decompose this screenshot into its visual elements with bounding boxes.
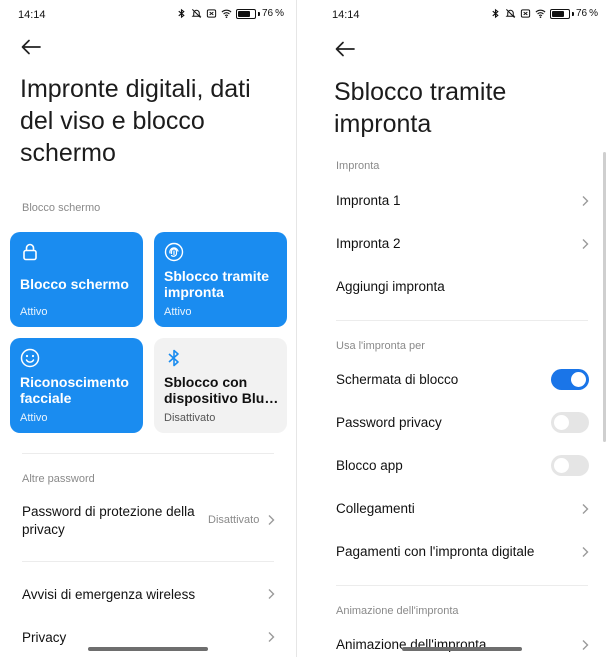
section-label-animation: Animazione dell'impronta	[336, 605, 459, 617]
face-icon	[20, 348, 40, 368]
status-time: 14:14	[18, 9, 46, 21]
tile-status: Attivo	[20, 412, 48, 424]
row-fingerprint-1[interactable]: Impronta 1	[314, 190, 610, 214]
chevron-right-icon	[582, 547, 589, 557]
row-fingerprint-payments[interactable]: Pagamenti con l'impronta digitale	[314, 541, 610, 565]
page-title: Impronte digitali, dati del viso e blocc…	[20, 75, 251, 167]
toggle-knob	[554, 415, 569, 430]
tile-bluetooth-unlock[interactable]: Sblocco con dispositivo Blu… Disattivato	[154, 338, 287, 433]
status-time: 14:14	[332, 9, 360, 21]
chevron-right-icon	[268, 515, 275, 525]
lock-screen-toggle[interactable]	[551, 369, 589, 390]
chevron-right-icon	[582, 239, 589, 249]
row-label: Privacy	[22, 630, 67, 645]
row-label: Password di protezione della privacy	[22, 504, 195, 537]
row-label: Aggiungi impronta	[336, 279, 445, 294]
screen-fingerprint-settings: 14:14 76% Sblocco tramite impronta Impro…	[314, 0, 610, 657]
chevron-right-icon	[268, 632, 275, 642]
section-label-lock: Blocco schermo	[22, 202, 101, 214]
status-bar: 14:14 76%	[314, 8, 610, 24]
bluetooth-icon	[492, 8, 499, 19]
mute-icon	[191, 9, 202, 18]
divider	[22, 561, 274, 562]
divider	[22, 453, 274, 454]
battery-percent: 76	[261, 8, 274, 19]
row-shortcuts[interactable]: Collegamenti	[314, 498, 610, 522]
row-label: Schermata di blocco	[336, 372, 459, 387]
row-wireless-emergency-alerts[interactable]: Avvisi di emergenza wireless	[0, 584, 296, 608]
row-label: Collegamenti	[336, 501, 415, 516]
row-fingerprint-animation[interactable]: Animazione dell'impronta	[314, 634, 610, 657]
bluetooth-icon	[178, 8, 185, 19]
screen-lock-settings: 14:14 76% Impronte digitali, dati del vi…	[0, 0, 296, 657]
tile-title: Blocco schermo	[20, 276, 129, 292]
privacy-password-toggle[interactable]	[551, 412, 589, 433]
tile-status: Attivo	[20, 306, 48, 318]
wifi-icon	[535, 9, 546, 18]
divider	[336, 585, 588, 586]
mute-icon	[505, 9, 516, 18]
section-label-use-fingerprint: Usa l'impronta per	[336, 340, 425, 352]
row-privacy-password[interactable]: Password di protezione della privacy Dis…	[0, 500, 296, 544]
row-app-lock[interactable]: Blocco app	[314, 455, 610, 479]
battery-icon: 76%	[235, 8, 284, 19]
chevron-right-icon	[268, 589, 275, 599]
row-fingerprint-2[interactable]: Impronta 2	[314, 233, 610, 257]
sim-off-icon	[520, 9, 531, 18]
divider	[336, 320, 588, 321]
toggle-knob	[571, 372, 586, 387]
row-label: Impronta 2	[336, 236, 401, 251]
row-label: Pagamenti con l'impronta digitale	[336, 544, 535, 559]
app-lock-toggle[interactable]	[551, 455, 589, 476]
chevron-right-icon	[582, 504, 589, 514]
tile-status: Disattivato	[164, 412, 216, 424]
battery-level-fill	[551, 10, 565, 17]
row-label: Avvisi di emergenza wireless	[22, 587, 196, 602]
tile-screen-lock[interactable]: Blocco schermo Attivo	[10, 232, 143, 327]
page-title: Sblocco tramite impronta	[334, 78, 507, 138]
fingerprint-icon	[164, 242, 184, 262]
tile-face-recognition[interactable]: Riconoscimento facciale Attivo	[10, 338, 143, 433]
row-label: Password privacy	[336, 415, 442, 430]
section-label-fingerprint: Impronta	[336, 160, 380, 172]
chevron-right-icon	[582, 196, 589, 206]
row-label: Blocco app	[336, 458, 403, 473]
status-bar: 14:14 76%	[0, 8, 296, 24]
screen-divider	[296, 0, 314, 657]
back-arrow-icon[interactable]	[20, 38, 42, 56]
home-indicator[interactable]	[88, 647, 208, 651]
row-value: Disattivato	[208, 514, 260, 526]
tile-fingerprint-unlock[interactable]: Sblocco tramite impronta Attivo	[154, 232, 287, 327]
home-indicator[interactable]	[402, 647, 522, 651]
row-add-fingerprint[interactable]: Aggiungi impronta	[314, 276, 610, 300]
tile-title: Sblocco tramite impronta	[164, 268, 270, 300]
battery-level-fill	[237, 10, 251, 17]
chevron-right-icon	[582, 640, 589, 650]
lock-icon	[23, 243, 37, 261]
row-lock-screen[interactable]: Schermata di blocco	[314, 369, 610, 393]
tile-title: Sblocco con dispositivo Blu…	[164, 374, 279, 406]
section-label-other-passwords: Altre password	[22, 473, 95, 485]
bluetooth-icon	[168, 349, 179, 367]
battery-percent: 76	[575, 8, 588, 19]
back-arrow-icon[interactable]	[334, 40, 356, 58]
row-privacy-password[interactable]: Password privacy	[314, 412, 610, 436]
tile-title: Riconoscimento facciale	[20, 374, 129, 406]
wifi-icon	[221, 9, 232, 18]
toggle-knob	[554, 458, 569, 473]
sim-off-icon	[206, 9, 217, 18]
row-label: Impronta 1	[336, 193, 401, 208]
battery-icon: 76%	[549, 8, 598, 19]
tile-status: Attivo	[164, 306, 192, 318]
